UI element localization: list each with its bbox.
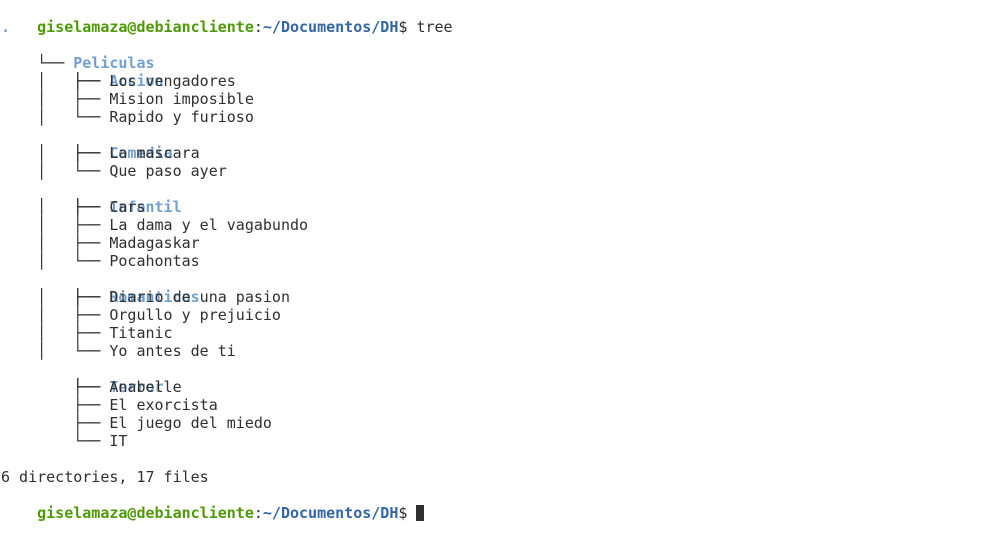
file-name: Rapido y furioso (109, 108, 254, 126)
tree-branch: │ ├── (1, 198, 110, 216)
tree-file: │ ├── Titanic (1, 324, 989, 342)
tree-branch: │ ├── (1, 324, 110, 342)
file-name: Mision imposible (109, 90, 254, 108)
prompt-line[interactable]: giselamaza@debiancliente:~/Documentos/DH… (1, 486, 989, 522)
tree-branch: │ ├── (1, 144, 110, 162)
tree-directory: └── Terror (1, 360, 989, 396)
tree-branch: │ └── (1, 162, 110, 180)
file-name: Anabelle (109, 378, 182, 396)
tree-file: │ ├── La mascara (1, 144, 989, 162)
tree-file: │ ├── Diario de una pasion (1, 288, 989, 306)
tree-file: ├── El juego del miedo (1, 414, 989, 432)
file-name: La mascara (109, 144, 200, 162)
tree-branch: ├── (1, 396, 110, 414)
file-name: Que paso ayer (109, 162, 227, 180)
text-cursor (416, 505, 425, 521)
prompt-path: ~/Documentos/DH (262, 504, 399, 522)
tree-branch: │ ├── (1, 72, 110, 90)
tree-branch: └── (37, 54, 74, 72)
tree-file: │ └── Pocahontas (1, 252, 989, 270)
tree-file: │ ├── Madagaskar (1, 234, 989, 252)
tree-branch: │ ├── (1, 216, 110, 234)
tree-summary: 6 directories, 17 files (1, 468, 209, 486)
file-name: El exorcista (109, 396, 218, 414)
file-name: Yo antes de ti (109, 342, 236, 360)
tree-directory: ├── Infantil (1, 180, 989, 216)
tree-directory: ├── Romanticas (1, 270, 989, 306)
tree-branch: │ └── (1, 252, 110, 270)
tree-branch: │ └── (1, 108, 110, 126)
tree-branch: ├── (1, 414, 110, 432)
tree-root: └── Peliculas (1, 36, 989, 72)
tree-branch: └── (1, 432, 110, 450)
tree-file: │ ├── Mision imposible (1, 90, 989, 108)
tree-file: │ └── Rapido y furioso (1, 108, 989, 126)
tree-file: │ ├── Orgullo y prejuicio (1, 306, 989, 324)
file-name: Orgullo y prejuicio (109, 306, 281, 324)
prompt-symbol: $ (398, 504, 417, 522)
tree-branch: │ ├── (1, 306, 110, 324)
file-name: Los vengadores (109, 72, 236, 90)
tree-file: │ └── Que paso ayer (1, 162, 989, 180)
tree-file: │ ├── Los vengadores (1, 72, 989, 90)
file-name: Diario de una pasion (109, 288, 290, 306)
file-name: El juego del miedo (109, 414, 272, 432)
tree-file: │ ├── La dama y el vagabundo (1, 216, 989, 234)
prompt-colon: : (253, 18, 263, 36)
prompt-symbol: $ (398, 18, 417, 36)
tree-branch: ├── (1, 378, 110, 396)
tree-branch: │ ├── (1, 90, 110, 108)
tree-file: └── IT (1, 432, 989, 450)
prompt-user-host: giselamaza@debiancliente (37, 18, 254, 36)
tree-branch: │ └── (1, 342, 110, 360)
prompt-user-host: giselamaza@debiancliente (37, 504, 254, 522)
tree-directory: ├── Comedia (1, 126, 989, 162)
prompt-path: ~/Documentos/DH (262, 18, 399, 36)
file-name: Pocahontas (109, 252, 200, 270)
tree-branch: │ ├── (1, 288, 110, 306)
file-name: IT (109, 432, 128, 450)
tree-branch: │ ├── (1, 234, 110, 252)
tree-file: ├── Anabelle (1, 378, 989, 396)
command-text: tree (416, 18, 453, 36)
file-name: La dama y el vagabundo (109, 216, 309, 234)
tree-file: │ └── Yo antes de ti (1, 342, 989, 360)
file-name: Titanic (109, 324, 173, 342)
prompt-colon: : (253, 504, 263, 522)
command-line: giselamaza@debiancliente:~/Documentos/DH… (1, 0, 989, 36)
file-name: Madagaskar (109, 234, 200, 252)
terminal-window[interactable]: giselamaza@debiancliente:~/Documentos/DH… (0, 0, 989, 522)
tree-file: ├── El exorcista (1, 396, 989, 414)
directory-name: Peliculas (73, 54, 155, 72)
file-name: Cars (109, 198, 146, 216)
